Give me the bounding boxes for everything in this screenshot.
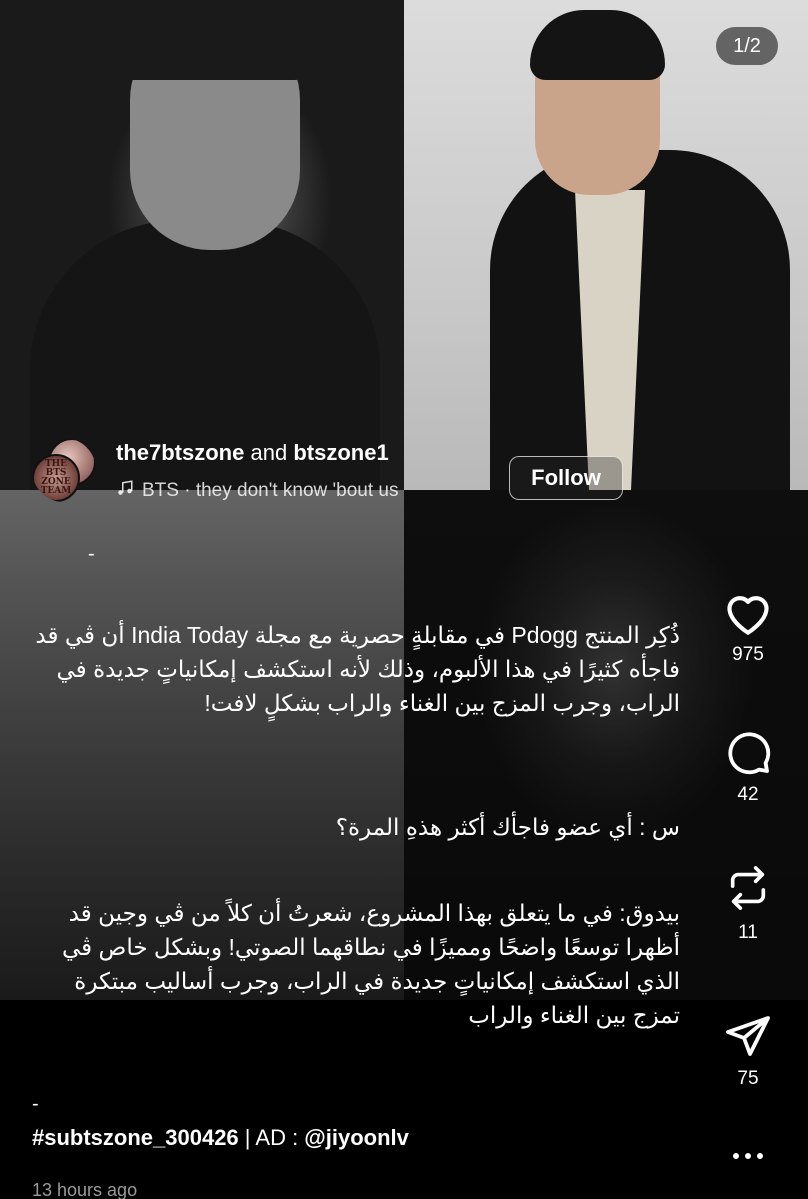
avatar-primary: THE BTS ZONE TEAM bbox=[32, 454, 80, 502]
repost-count: 11 bbox=[738, 922, 758, 943]
share-count: 75 bbox=[737, 1068, 759, 1089]
coauthor-username[interactable]: btszone1 bbox=[293, 440, 388, 465]
music-track[interactable]: BTS · they don't know 'bout us bbox=[116, 479, 399, 503]
comment-count: 42 bbox=[737, 784, 759, 805]
repost-action[interactable]: 11 bbox=[708, 862, 788, 944]
comment-icon[interactable] bbox=[724, 728, 772, 776]
caption-paragraph: ذُكِر المنتج Pdogg في مقابلةٍ حصرية مع م… bbox=[35, 622, 680, 716]
more-options[interactable] bbox=[708, 1150, 788, 1162]
share-action[interactable]: 75 bbox=[708, 1012, 788, 1090]
caption-question: س : أي عضو فاجأك أكثر هذهِ المرة؟ bbox=[335, 814, 680, 840]
caption-tags: #subtszone_300426 | AD : @jiyoonlv bbox=[32, 1125, 409, 1151]
repost-icon[interactable] bbox=[725, 862, 771, 914]
music-note-icon bbox=[116, 479, 134, 503]
comment-action[interactable]: 42 bbox=[708, 728, 788, 806]
post-authors: the7btszone and btszone1 bbox=[116, 440, 389, 466]
heart-icon[interactable] bbox=[721, 588, 775, 636]
send-icon[interactable] bbox=[724, 1012, 772, 1060]
mention-link[interactable]: @jiyoonlv bbox=[304, 1125, 409, 1150]
ad-label: | AD : bbox=[238, 1125, 305, 1150]
author-username[interactable]: the7btszone bbox=[116, 440, 244, 465]
caption-answer: بيدوق: في ما يتعلق بهذا المشروع، شعرتُ أ… bbox=[61, 900, 680, 1028]
author-joiner: and bbox=[250, 440, 288, 465]
music-track-label: BTS · they don't know 'bout us bbox=[142, 480, 399, 501]
page-indicator: 1/2 bbox=[716, 27, 778, 65]
avatar[interactable]: THE BTS ZONE TEAM bbox=[32, 438, 96, 502]
photo-figure bbox=[100, 0, 320, 80]
more-icon[interactable] bbox=[730, 1150, 766, 1162]
avatar-logo-text: THE BTS ZONE TEAM bbox=[40, 459, 72, 496]
like-count: 975 bbox=[732, 644, 764, 665]
follow-button[interactable]: Follow bbox=[509, 456, 623, 500]
like-action[interactable]: 975 bbox=[708, 588, 788, 666]
caption-dash: - bbox=[88, 543, 95, 565]
post-timestamp: 13 hours ago bbox=[32, 1180, 138, 1199]
hashtag-link[interactable]: #subtszone_300426 bbox=[32, 1125, 239, 1150]
caption-dash: - bbox=[32, 1093, 39, 1115]
